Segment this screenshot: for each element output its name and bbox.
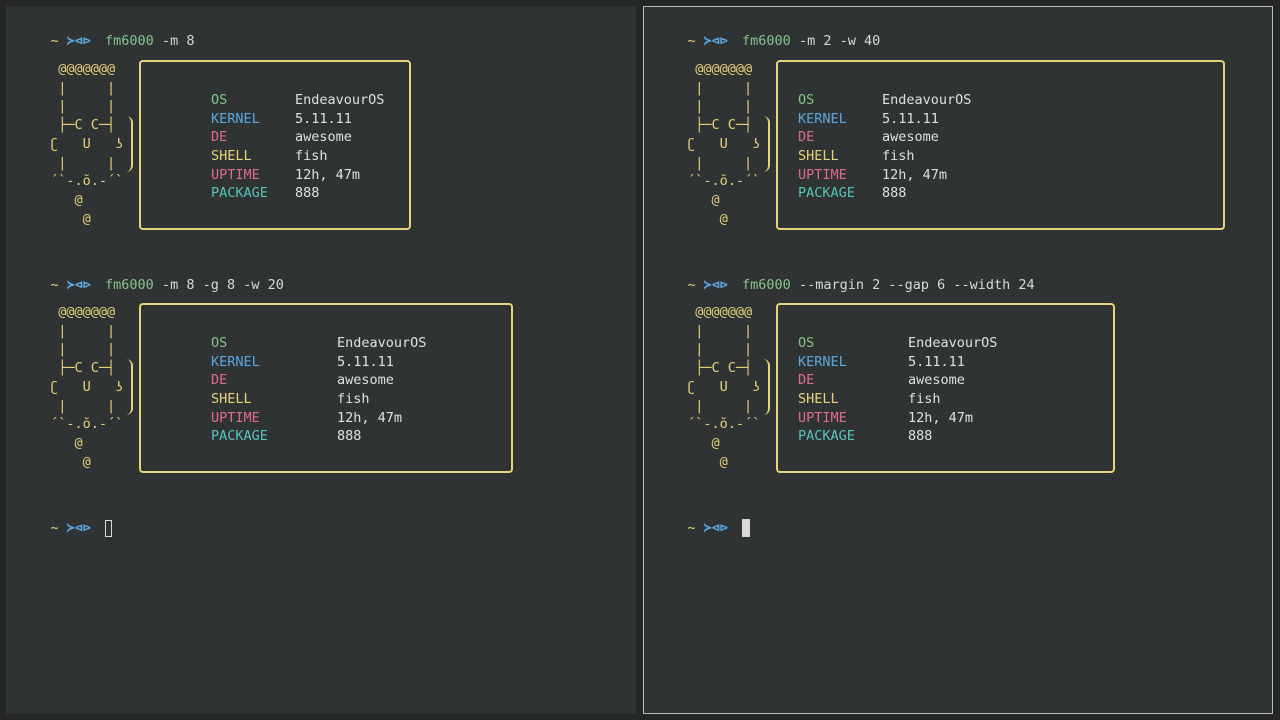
terminal-cursor <box>105 519 113 537</box>
info-box: OS EndeavourOS KERNEL 5.11.11 DE awesome SH… <box>139 60 411 230</box>
info-value: awesome <box>882 129 939 146</box>
info-value: 888 <box>908 428 933 445</box>
box-brace <box>763 116 770 172</box>
info-label: OS <box>211 335 228 351</box>
info-value: EndeavourOS <box>295 92 385 108</box>
info-label: UPTIME <box>211 166 260 183</box>
prompt-tilde: ~ <box>50 520 59 536</box>
command-name: fm6000 <box>742 277 791 293</box>
fish-prompt-icon: ≻⊲⊳ <box>66 33 92 49</box>
info-label: OS <box>798 335 815 351</box>
info-value: awesome <box>295 129 352 146</box>
doge-ascii-art: @@@@@@@ | | | | ├─C C─┤ ʗ U ʖ | | ´`-.ŏ.… <box>50 61 124 227</box>
info-label: DE <box>798 372 815 389</box>
info-label: UPTIME <box>798 166 847 183</box>
prompt-line: ~ ≻⊲⊳ fm6000 -m 8 <box>18 14 195 49</box>
info-label: SHELL <box>798 391 839 408</box>
info-label: SHELL <box>211 391 252 408</box>
prompt-line: ~ ≻⊲⊳ <box>18 501 113 537</box>
fish-prompt-icon: ≻⊲⊳ <box>703 33 729 49</box>
command-name: fm6000 <box>105 33 154 49</box>
info-label: PACKAGE <box>211 428 268 445</box>
info-value: awesome <box>908 372 965 389</box>
box-brace <box>126 359 133 415</box>
info-label: DE <box>798 129 815 146</box>
prompt-tilde: ~ <box>50 33 59 49</box>
command-args: -m 2 -w 40 <box>798 33 881 49</box>
prompt-tilde: ~ <box>687 520 696 536</box>
fish-prompt-icon: ≻⊲⊳ <box>66 520 92 536</box>
info-value: EndeavourOS <box>908 335 998 351</box>
doge-ascii-art: @@@@@@@ | | | | ├─C C─┤ ʗ U ʖ | | ´`-.ŏ.… <box>687 304 761 470</box>
info-value: 12h, 47m <box>295 166 361 183</box>
info-value: EndeavourOS <box>337 335 427 351</box>
terminal-pane-right[interactable]: ~ ≻⊲⊳ fm6000 -m 2 -w 40 @@@@@@@ | | | | ├─… <box>643 6 1273 714</box>
info-value: 5.11.11 <box>882 110 939 127</box>
info-value: fish <box>908 391 941 408</box>
info-value: 5.11.11 <box>908 353 965 370</box>
terminal-pane-left[interactable]: ~ ≻⊲⊳ fm6000 -m 8 @@@@@@@ | | | | ├─C C─┤ … <box>6 6 636 714</box>
info-value: 888 <box>882 185 907 202</box>
info-label: SHELL <box>798 148 839 165</box>
info-label: KERNEL <box>798 110 847 127</box>
info-label: UPTIME <box>211 409 260 426</box>
doge-ascii-art: @@@@@@@ | | | | ├─C C─┤ ʗ U ʖ | | ´`-.ŏ.… <box>50 304 124 470</box>
command-name: fm6000 <box>105 277 154 293</box>
fish-prompt-icon: ≻⊲⊳ <box>66 277 92 293</box>
info-value: 12h, 47m <box>882 166 948 183</box>
command-args: -m 8 -g 8 -w 20 <box>161 277 284 293</box>
fish-prompt-icon: ≻⊲⊳ <box>703 520 729 536</box>
prompt-tilde: ~ <box>50 277 59 293</box>
info-value: fish <box>882 148 915 165</box>
prompt-line: ~ ≻⊲⊳ <box>655 501 751 537</box>
info-value: 5.11.11 <box>337 353 394 370</box>
command-name: fm6000 <box>742 33 791 49</box>
fish-prompt-icon: ≻⊲⊳ <box>703 277 729 293</box>
doge-ascii-art: @@@@@@@ | | | | ├─C C─┤ ʗ U ʖ | | ´`-.ŏ.… <box>687 61 761 227</box>
info-value: 888 <box>295 185 320 202</box>
info-box: OS EndeavourOS KERNEL 5.11.11 DE awesome SH… <box>776 303 1115 473</box>
info-value: fish <box>295 148 328 165</box>
command-args: -m 8 <box>161 33 195 49</box>
info-label: KERNEL <box>798 353 847 370</box>
info-label: OS <box>798 92 815 108</box>
command-args: --margin 2 --gap 6 --width 24 <box>798 277 1035 293</box>
info-box: OS EndeavourOS KERNEL 5.11.11 DE awesome SH… <box>139 303 513 473</box>
info-label: OS <box>211 92 228 108</box>
info-value: fish <box>337 391 370 408</box>
info-value: EndeavourOS <box>882 92 972 108</box>
info-box: OS EndeavourOS KERNEL 5.11.11 DE awesome SH… <box>776 60 1225 230</box>
info-label: DE <box>211 372 228 389</box>
box-brace <box>763 359 770 415</box>
info-label: PACKAGE <box>798 428 855 445</box>
info-value: 5.11.11 <box>295 110 352 127</box>
info-value: 12h, 47m <box>908 409 974 426</box>
prompt-line: ~ ≻⊲⊳ fm6000 -m 8 -g 8 -w 20 <box>18 258 284 293</box>
info-value: 888 <box>337 428 362 445</box>
info-label: SHELL <box>211 148 252 165</box>
info-label: KERNEL <box>211 110 260 127</box>
info-value: 12h, 47m <box>337 409 403 426</box>
info-label: KERNEL <box>211 353 260 370</box>
prompt-line: ~ ≻⊲⊳ fm6000 --margin 2 --gap 6 --width 24 <box>655 258 1035 293</box>
prompt-line: ~ ≻⊲⊳ fm6000 -m 2 -w 40 <box>655 14 881 49</box>
info-label: DE <box>211 129 228 146</box>
info-value: awesome <box>337 372 394 389</box>
info-label: PACKAGE <box>798 185 855 202</box>
info-label: UPTIME <box>798 409 847 426</box>
prompt-tilde: ~ <box>687 277 696 293</box>
prompt-tilde: ~ <box>687 33 696 49</box>
info-label: PACKAGE <box>211 185 268 202</box>
box-brace <box>126 116 133 172</box>
terminal-cursor <box>742 519 751 537</box>
